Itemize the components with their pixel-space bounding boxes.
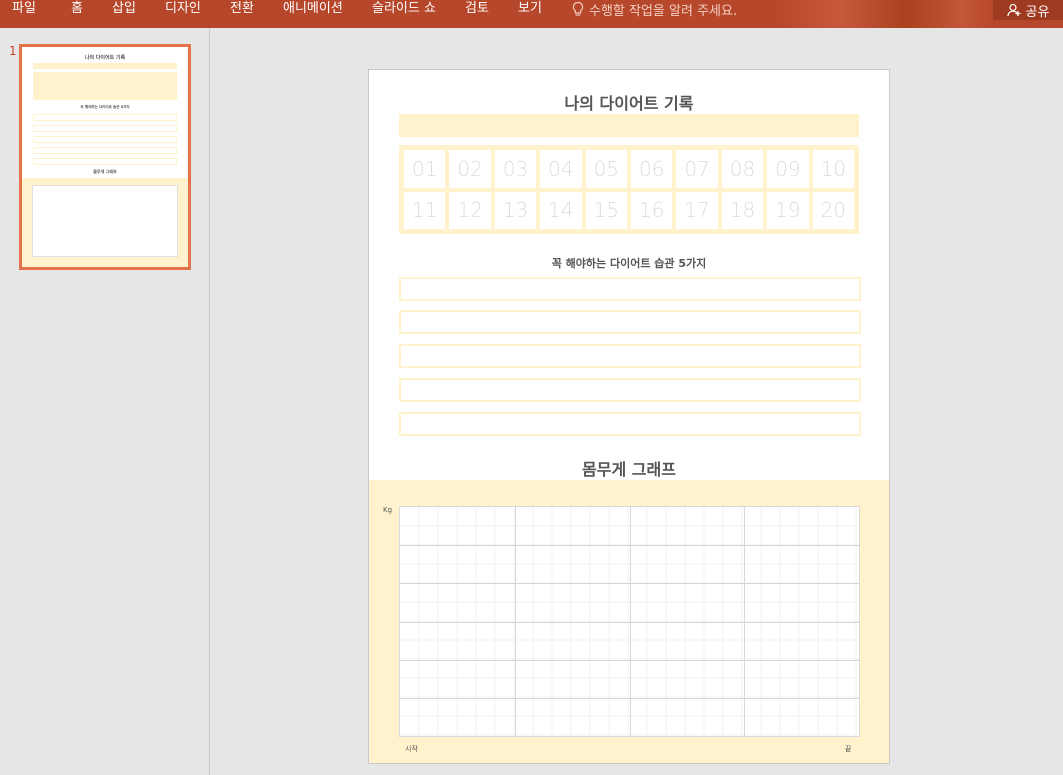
menu-transitions[interactable]: 전환 (230, 0, 254, 18)
habit-row-4[interactable] (399, 378, 861, 402)
share-button[interactable]: 공유 (993, 0, 1063, 20)
x-axis-end-label: 끝 (845, 745, 852, 753)
habit-row-2[interactable] (399, 310, 861, 334)
thumb-title: 나의 다이어트 기록 (84, 55, 126, 61)
tell-me-search[interactable]: 수행할 작업을 알려 주세요. (571, 0, 738, 19)
thumb-habit-row (33, 114, 177, 121)
name-bar[interactable] (399, 114, 859, 137)
day-cell[interactable]: 17 (676, 191, 718, 229)
day-cell[interactable]: 03 (494, 150, 537, 188)
thumb-graph-title: 몸무게 그래프 (93, 169, 117, 174)
thumb-name-bar (33, 63, 177, 69)
x-axis-start-label: 시작 (405, 745, 418, 753)
menu-insert[interactable]: 삽입 (112, 0, 136, 18)
day-cell[interactable]: 10 (812, 150, 854, 188)
ribbon-bar: 파일 홈 삽입 디자인 전환 애니메이션 슬라이드 쇼 검토 보기 수행할 작업… (0, 0, 1063, 28)
day-cell[interactable]: 13 (494, 191, 537, 229)
thumb-day-grid (33, 72, 177, 100)
slide-thumbnail-pane: 1 나의 다이어트 기록 꼭 해야하는 다이어트 습관 5가지 몸무게 그래프 (0, 28, 210, 775)
day-grid: 01 02 03 04 05 06 07 08 09 10 11 12 13 14 15 16 17 18 19 20 (399, 145, 859, 234)
thumb-habit-row (33, 136, 177, 143)
day-cell[interactable]: 20 (812, 191, 854, 229)
day-cell[interactable]: 01 (404, 150, 446, 188)
day-cell[interactable]: 05 (585, 150, 627, 188)
habit-row-3[interactable] (399, 344, 861, 368)
ribbon-texture (775, 0, 995, 28)
graph-grid (400, 507, 859, 736)
day-cell[interactable]: 12 (449, 191, 491, 229)
day-cell[interactable]: 11 (404, 191, 446, 229)
slide-title[interactable]: 나의 다이어트 기록 (369, 90, 889, 114)
menu-home[interactable]: 홈 (71, 0, 83, 18)
thumb-habit-row (33, 147, 177, 154)
thumb-habits-title: 꼭 해야하는 다이어트 습관 5가지 (80, 105, 130, 109)
y-axis-unit-label: Kg (383, 506, 393, 514)
day-cell[interactable]: 04 (540, 150, 582, 188)
share-label: 공유 (1025, 4, 1050, 20)
day-cell[interactable]: 14 (540, 191, 582, 229)
lightbulb-icon (572, 1, 584, 16)
slide-editor-canvas: 나의 다이어트 기록 01 02 03 04 05 06 07 08 09 10 11 12 13 14 1… (211, 28, 1063, 775)
thumbnail-content: 나의 다이어트 기록 꼭 해야하는 다이어트 습관 5가지 몸무게 그래프 (22, 47, 188, 267)
slide-thumbnail-1[interactable]: 나의 다이어트 기록 꼭 해야하는 다이어트 습관 5가지 몸무게 그래프 (19, 44, 191, 270)
graph-grid-area[interactable] (399, 506, 860, 737)
day-cell[interactable]: 09 (767, 150, 809, 188)
menu-file[interactable]: 파일 (12, 0, 36, 18)
graph-background: Kg 시작 끝 (369, 480, 889, 763)
graph-title[interactable]: 몸무게 그래프 (369, 456, 889, 480)
thumb-habit-row (33, 125, 177, 132)
thumb-habit-row (33, 158, 177, 165)
menu-animations[interactable]: 애니메이션 (283, 0, 343, 18)
day-cell[interactable]: 02 (449, 150, 491, 188)
person-icon (1006, 3, 1021, 17)
habits-title[interactable]: 꼭 해야하는 다이어트 습관 5가지 (369, 255, 889, 271)
habit-row-1[interactable] (399, 277, 861, 301)
day-cell[interactable]: 08 (721, 150, 764, 188)
menu-slideshow[interactable]: 슬라이드 쇼 (372, 0, 436, 18)
tell-me-text: 수행할 작업을 알려 주세요. (589, 3, 738, 19)
habit-row-5[interactable] (399, 412, 861, 436)
day-cell[interactable]: 15 (585, 191, 627, 229)
slide-number: 1 (9, 44, 17, 58)
day-cell[interactable]: 07 (676, 150, 718, 188)
menu-view[interactable]: 보기 (518, 0, 542, 18)
day-cell[interactable]: 16 (631, 191, 673, 229)
slide[interactable]: 나의 다이어트 기록 01 02 03 04 05 06 07 08 09 10 11 12 13 14 1… (368, 69, 890, 764)
menu-review[interactable]: 검토 (465, 0, 489, 18)
thumb-graph-area (32, 185, 178, 257)
day-cell[interactable]: 06 (631, 150, 673, 188)
day-cell[interactable]: 18 (721, 191, 764, 229)
day-cell[interactable]: 19 (767, 191, 809, 229)
menu-design[interactable]: 디자인 (165, 0, 201, 18)
thumb-graph-bg (22, 178, 188, 267)
